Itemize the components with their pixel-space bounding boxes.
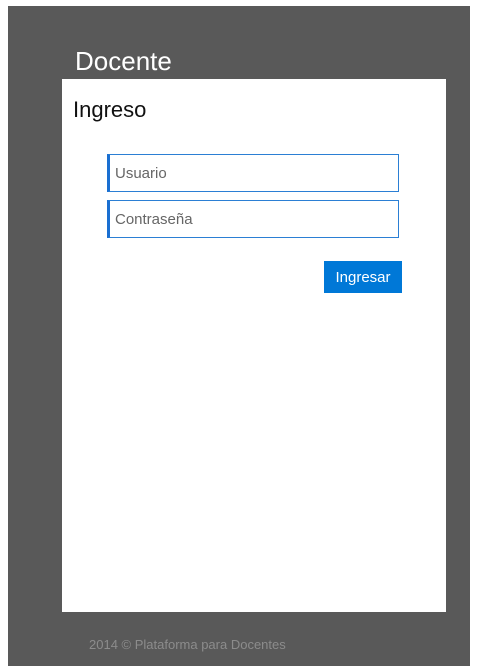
login-button[interactable]: Ingresar [324,261,402,293]
app-title: Docente [75,46,172,76]
password-input[interactable] [107,200,399,238]
login-panel: Ingreso Ingresar [62,79,446,612]
login-heading: Ingreso [73,97,147,122]
footer-text: 2014 © Plataforma para Docentes [89,637,286,652]
username-input[interactable] [107,154,399,192]
